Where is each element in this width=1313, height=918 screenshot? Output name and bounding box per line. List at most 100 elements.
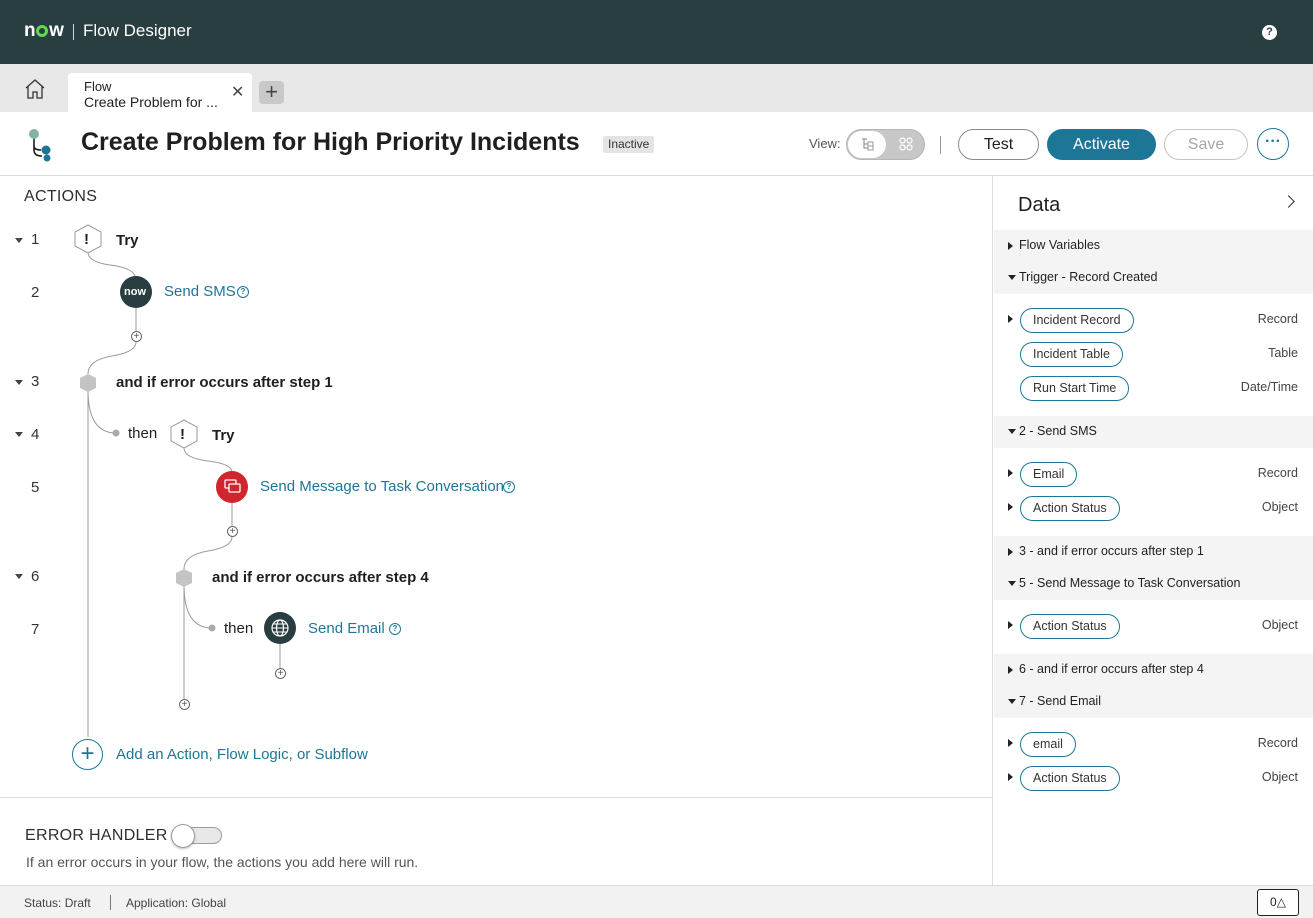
then-label: then xyxy=(128,425,158,442)
flow-icon xyxy=(29,129,51,162)
data-item: Action Status Object xyxy=(994,761,1313,795)
close-icon[interactable]: ✕ xyxy=(231,85,244,101)
section-label: 2 - Send SMS xyxy=(1019,424,1097,438)
step-number: 3 xyxy=(31,373,40,390)
help-icon[interactable]: ? xyxy=(1262,25,1277,40)
data-item: Action Status Object xyxy=(994,491,1313,525)
expand-icon[interactable] xyxy=(1008,469,1013,477)
data-section-trigger[interactable]: Trigger - Record Created xyxy=(994,262,1313,294)
status-bar: Status: Draft Application: Global 0△ xyxy=(0,885,1313,918)
bell-icon: △ xyxy=(1276,895,1286,909)
data-section-send-sms[interactable]: 2 - Send SMS xyxy=(994,416,1313,448)
save-button[interactable]: Save xyxy=(1164,129,1248,160)
data-item: Incident Table Table xyxy=(994,337,1313,371)
collapse-step-3-icon[interactable] xyxy=(15,380,23,385)
data-pill[interactable]: Email xyxy=(1020,462,1078,487)
add-step-button[interactable]: + xyxy=(275,668,286,679)
collapse-icon xyxy=(1008,429,1016,434)
diagram-view-icon[interactable] xyxy=(899,137,913,151)
data-panel-title: Data xyxy=(1018,194,1061,216)
step-2-label[interactable]: Send SMS xyxy=(164,283,236,300)
data-pill[interactable]: Run Start Time xyxy=(1020,376,1130,401)
view-toggle[interactable] xyxy=(846,129,925,160)
section-label: 3 - and if error occurs after step 1 xyxy=(1019,544,1204,558)
step-1-label[interactable]: Try xyxy=(116,232,139,249)
error-handler-title: ERROR HANDLER xyxy=(25,827,168,844)
test-button[interactable]: Test xyxy=(958,129,1039,160)
add-action-button[interactable]: + xyxy=(72,739,103,770)
add-step-button[interactable]: + xyxy=(227,526,238,537)
notifications-button[interactable]: 0△ xyxy=(1257,889,1299,916)
data-section-step-6[interactable]: 6 - and if error occurs after step 4 xyxy=(994,654,1313,686)
toggle-knob xyxy=(171,824,195,848)
data-item: Run Start Time Date/Time xyxy=(994,371,1313,405)
expand-icon[interactable] xyxy=(1008,503,1013,511)
step-4-label[interactable]: Try xyxy=(212,427,235,444)
data-pill[interactable]: Action Status xyxy=(1020,496,1120,521)
chevron-right-icon[interactable] xyxy=(1282,195,1295,208)
add-action-link[interactable]: Add an Action, Flow Logic, or Subflow xyxy=(116,746,368,763)
view-label: View: xyxy=(809,136,841,151)
activate-button[interactable]: Activate xyxy=(1047,129,1156,160)
collapse-step-4-icon[interactable] xyxy=(15,432,23,437)
expand-icon xyxy=(1008,666,1013,674)
step-number: 1 xyxy=(31,231,40,248)
top-bar: nw Flow Designer ? xyxy=(0,0,1313,64)
step-number: 4 xyxy=(31,426,40,443)
new-tab-button[interactable]: + xyxy=(259,81,284,104)
step-5-label[interactable]: Send Message to Task Conversation xyxy=(260,478,504,495)
header-divider xyxy=(940,136,941,154)
data-type: Record xyxy=(1257,312,1298,326)
actions-panel: ACTIONS 1 ! Try 2 now Send SMS ? + 3 and… xyxy=(0,176,992,797)
data-pill[interactable]: Action Status xyxy=(1020,614,1120,639)
data-type: Date/Time xyxy=(1240,380,1298,394)
step-number: 2 xyxy=(31,284,40,301)
add-step-button[interactable]: + xyxy=(179,699,190,710)
step-3-label[interactable]: and if error occurs after step 1 xyxy=(116,374,333,391)
data-pill[interactable]: Action Status xyxy=(1020,766,1120,791)
status-text: Status: Draft xyxy=(24,896,91,910)
data-pill[interactable]: email xyxy=(1020,732,1076,757)
data-type: Record xyxy=(1257,736,1298,750)
status-badge: Inactive xyxy=(603,136,655,153)
step-6-label[interactable]: and if error occurs after step 4 xyxy=(212,569,429,586)
section-label: 5 - Send Message to Task Conversation xyxy=(1019,576,1241,590)
then-label: then xyxy=(224,620,254,637)
data-section-step-7[interactable]: 7 - Send Email xyxy=(994,686,1313,718)
collapse-step-6-icon[interactable] xyxy=(15,574,23,579)
section-label: 6 - and if error occurs after step 4 xyxy=(1019,662,1204,676)
application-text: Application: Global xyxy=(126,896,227,910)
data-pill[interactable]: Incident Table xyxy=(1020,342,1123,367)
home-icon[interactable] xyxy=(24,78,46,100)
data-type: Object xyxy=(1261,770,1298,784)
error-handler-section: ERROR HANDLER If an error occurs in your… xyxy=(0,797,992,885)
tab-flow[interactable]: Flow Create Problem for ... ✕ xyxy=(68,73,252,112)
help-icon[interactable]: ? xyxy=(503,481,515,493)
error-handler-toggle[interactable] xyxy=(171,824,222,848)
collapse-icon xyxy=(1008,699,1016,704)
tree-view-icon[interactable] xyxy=(860,137,874,151)
now-logo[interactable]: nw xyxy=(24,20,64,42)
flow-header: Create Problem for High Priority Inciden… xyxy=(0,112,1313,176)
more-options-button[interactable]: ··· xyxy=(1257,128,1289,160)
data-section-step-3[interactable]: 3 - and if error occurs after step 1 xyxy=(994,536,1313,568)
data-type: Object xyxy=(1261,618,1298,632)
expand-icon[interactable] xyxy=(1008,773,1013,781)
collapse-step-1-icon[interactable] xyxy=(15,238,23,243)
help-icon[interactable]: ? xyxy=(237,286,249,298)
data-item: Email Record xyxy=(994,457,1313,491)
logo-divider xyxy=(73,24,74,40)
expand-icon[interactable] xyxy=(1008,621,1013,629)
help-icon[interactable]: ? xyxy=(389,623,401,635)
add-step-button[interactable]: + xyxy=(131,331,142,342)
data-panel: Data Flow Variables Trigger - Record Cre… xyxy=(992,176,1313,885)
now-action-icon: now xyxy=(124,286,146,298)
step-7-label[interactable]: Send Email xyxy=(308,620,385,637)
data-section-flow-variables[interactable]: Flow Variables xyxy=(994,230,1313,262)
expand-icon[interactable] xyxy=(1008,739,1013,747)
data-item: email Record xyxy=(994,727,1313,761)
data-pill[interactable]: Incident Record xyxy=(1020,308,1134,333)
collapse-icon xyxy=(1008,275,1016,280)
data-section-step-5[interactable]: 5 - Send Message to Task Conversation xyxy=(994,568,1313,600)
expand-icon[interactable] xyxy=(1008,315,1013,323)
